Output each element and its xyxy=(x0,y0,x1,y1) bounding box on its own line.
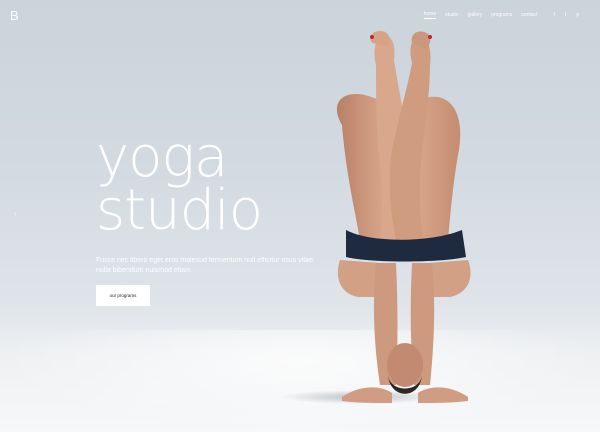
figure-left-foot xyxy=(370,31,390,47)
figure-head xyxy=(387,343,423,387)
nav-link-home[interactable]: home xyxy=(423,11,437,19)
nav-link-programs[interactable]: programs xyxy=(491,12,512,18)
our-programs-button[interactable]: our programs xyxy=(96,285,150,306)
facebook-icon[interactable]: f xyxy=(553,12,554,18)
nav-link-gallery[interactable]: gallery xyxy=(467,12,482,18)
figure-toenail xyxy=(370,35,374,39)
nav-link-contact[interactable]: contact xyxy=(521,12,537,18)
hero-title-line-1: yoga xyxy=(96,125,228,190)
nav-link-studio[interactable]: studio xyxy=(445,12,458,18)
twitter-icon[interactable]: t xyxy=(565,12,566,18)
top-navigation: home studio gallery programs contact f t… xyxy=(415,11,579,19)
slider-prev-arrow-icon[interactable]: ‹ xyxy=(14,209,17,218)
brand-logo[interactable]: B xyxy=(10,8,19,23)
hero-subtitle: Fusce nec libero eget eros malesud ferme… xyxy=(96,257,313,274)
figure-torso xyxy=(337,260,471,297)
social-links: f t p xyxy=(553,12,579,18)
hero-title-line-2: studio xyxy=(96,178,263,243)
yoga-pose-photo xyxy=(280,31,471,404)
hero-title: yoga studio xyxy=(96,125,263,243)
hero-section: B home studio gallery programs contact f… xyxy=(0,0,600,432)
figure-toenail xyxy=(428,35,432,39)
pinterest-icon[interactable]: p xyxy=(576,12,579,18)
